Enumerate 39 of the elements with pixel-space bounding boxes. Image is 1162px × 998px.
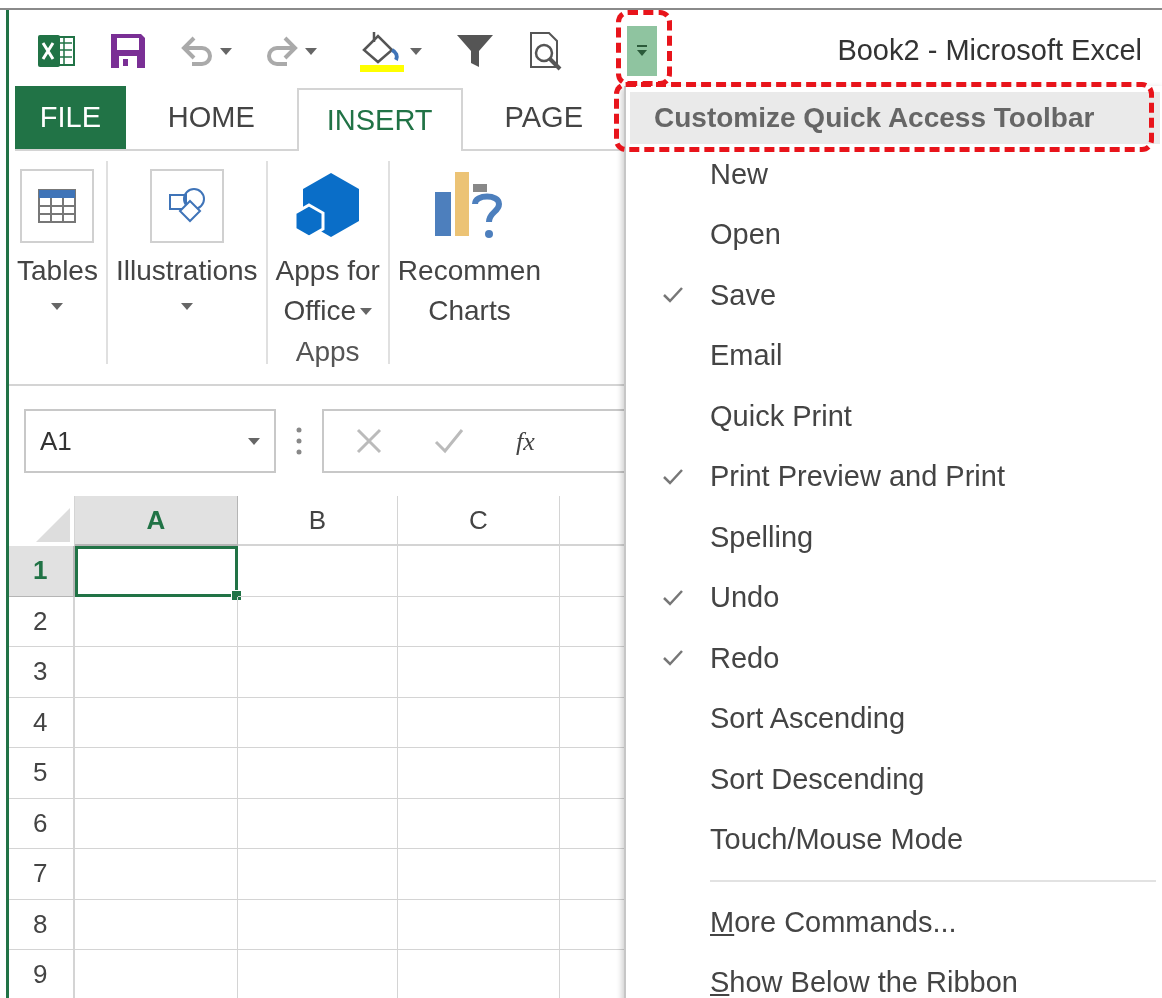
row-header[interactable]: 3 [9, 647, 75, 698]
menu-item[interactable]: More Commands... [626, 892, 957, 953]
menu-item[interactable]: Spelling [626, 507, 1162, 568]
row-header[interactable]: 5 [9, 748, 75, 799]
menu-item[interactable]: Touch/Mouse Mode [626, 809, 1162, 870]
menu-item[interactable]: New [626, 144, 1162, 205]
row-header[interactable]: 4 [9, 697, 75, 748]
ribbon-tab[interactable]: INSERT [296, 88, 463, 151]
menu-item[interactable]: Email [626, 325, 1162, 386]
group-label: Apps [295, 335, 360, 369]
name-box[interactable]: A1 [24, 409, 276, 473]
ribbon-tab[interactable]: HOME [125, 86, 297, 149]
ribbon-button[interactable]: Illustrations [113, 161, 260, 310]
menu-item[interactable]: Show Below the Ribbon [626, 952, 1018, 998]
ribbon-button[interactable]: Apps for Office [273, 161, 382, 331]
menu-title: Customize Quick Access Toolbar [630, 92, 1160, 144]
file-tab[interactable]: FILE [15, 86, 126, 149]
menu-item[interactable]: Sort Ascending [626, 688, 1162, 749]
row-header[interactable]: 7 [9, 849, 75, 900]
menu-item[interactable]: Sort Descending [626, 749, 1162, 810]
row-header[interactable]: 9 [9, 950, 75, 998]
ribbon-tab[interactable]: PAGE [462, 86, 625, 149]
ribbon-button[interactable]: Tables [15, 161, 100, 310]
menu-item[interactable]: Undo [626, 567, 1162, 628]
menu-item[interactable]: Open [626, 204, 1162, 265]
insert-function-button[interactable]: fx [516, 421, 535, 461]
column-header[interactable]: A [75, 496, 238, 546]
window-title: Book2 - Microsoft Excel [837, 33, 1142, 69]
menu-item[interactable]: Print Preview and Print [626, 446, 1162, 507]
menu-item[interactable]: Save [626, 265, 1162, 326]
row-header[interactable]: 2 [9, 596, 75, 647]
ribbon-button[interactable]: Recommen Charts [395, 161, 543, 331]
menu-item[interactable]: Quick Print [626, 386, 1162, 447]
menu-item[interactable]: Redo [626, 628, 1162, 689]
row-header[interactable]: 8 [9, 899, 75, 950]
column-header[interactable]: C [398, 496, 560, 546]
row-header[interactable]: 1 [9, 546, 75, 597]
column-header[interactable]: B [238, 496, 398, 546]
row-header[interactable]: 6 [9, 798, 75, 849]
